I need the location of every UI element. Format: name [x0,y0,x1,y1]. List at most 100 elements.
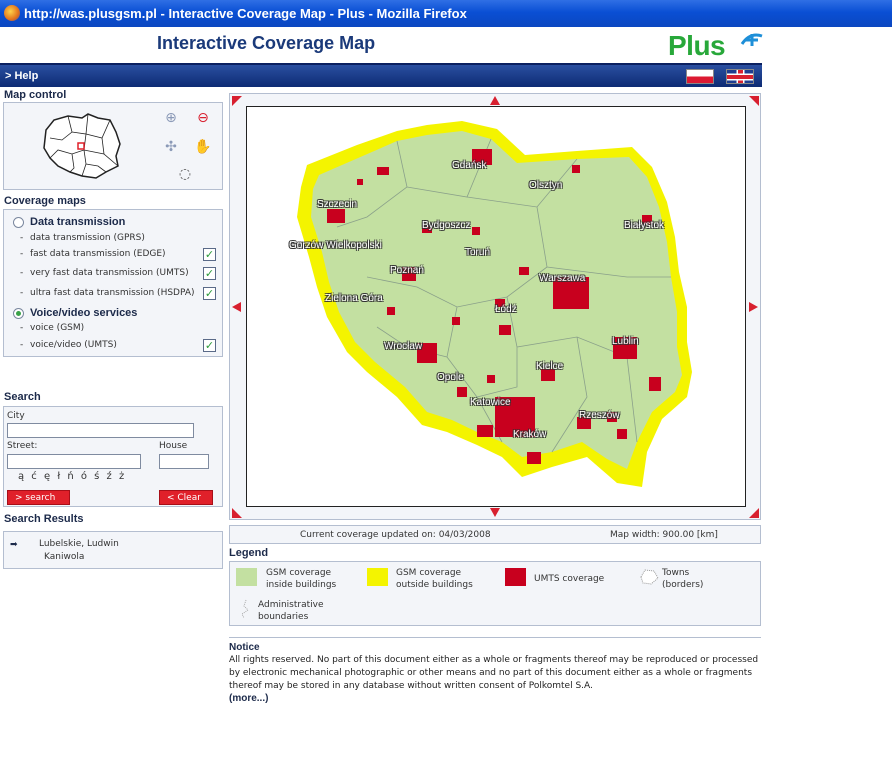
legend-gsm-outside: GSM coverage outside buildings [396,568,473,590]
logo-text: Plus [668,30,726,61]
layer-umts-label: very fast data transmission (UMTS) [30,268,189,278]
firefox-icon [4,5,20,21]
browser-titlebar: http://was.plusgsm.pl - Interactive Cove… [0,0,892,27]
result-arrow-icon: ➡ [10,540,18,550]
notice-more-link[interactable]: (more...) [229,693,761,704]
layer-edge-checkbox[interactable]: ✓ [203,248,216,261]
coverage-map[interactable]: Gdańsk Olsztyn Szczecin Bydgoszcz Białys… [246,106,746,507]
zoom-in-icon[interactable]: ⊕ [162,109,180,127]
legend-gsm-inside: GSM coverage inside buildings [266,568,337,590]
voice-video-label: Voice/video services [30,307,138,319]
legend-title: Legend [229,547,269,559]
layer-voice-umts[interactable]: - voice/video (UMTS) ✓ [4,337,222,355]
help-link[interactable]: > Help [5,70,38,82]
city-label-poznan: Poznań [390,265,424,276]
pan-west-arrow-icon[interactable] [232,302,241,312]
plus-logo-swoosh-icon [740,33,763,46]
pan-icon[interactable]: ✣ [162,138,180,156]
uk-flag-icon[interactable] [726,69,754,84]
lasso-icon[interactable]: ◌ [176,165,194,183]
map-width-text: Map width: 900.00 [km] [610,530,718,540]
overview-map[interactable] [36,110,126,182]
page-title: Interactive Coverage Map [157,33,376,53]
data-transmission-radio[interactable] [13,217,24,228]
layer-edge-label: fast data transmission (EDGE) [30,249,166,259]
notice-section: Notice All rights reserved. No part of t… [229,637,761,704]
legend-panel: GSM coverage inside buildings GSM coverag… [229,561,761,626]
search-button[interactable]: > search [7,490,70,505]
city-label-gorzow: Gorzów Wielkopolski [289,240,382,251]
pan-east-arrow-icon[interactable] [749,302,758,312]
legend-swatch-umts [505,568,526,586]
browser-title: http://was.plusgsm.pl - Interactive Cove… [24,6,467,21]
layer-hsdpa-label: ultra fast data transmission (HSDPA) [30,288,195,298]
city-label-warszawa: Warszawa [539,273,586,284]
city-label-szczecin: Szczecin [317,199,358,210]
plus-logo[interactable]: Plus [668,30,768,61]
layer-hsdpa-checkbox[interactable]: ✓ [203,287,216,300]
city-label-wroclaw: Wrocław [384,341,423,352]
city-label-rzeszow: Rzeszów [579,410,620,421]
pan-northwest-arrow-icon[interactable] [232,96,242,106]
nav-bar: > Help [0,63,762,87]
layer-edge[interactable]: - fast data transmission (EDGE) ✓ [4,246,222,264]
pan-north-arrow-icon[interactable] [490,96,500,105]
clear-button[interactable]: < Clear [159,490,213,505]
city-label-katowice: Katowice [470,397,511,408]
city-label-opole: Opole [437,372,464,383]
layer-voice-gsm[interactable]: - voice (GSM) [4,320,222,338]
polish-flag-icon[interactable] [686,69,714,84]
legend-swatch-gsm-outside [367,568,388,586]
house-label: House [159,441,188,451]
coverage-maps-title: Coverage maps [4,195,86,207]
search-results-title: Search Results [4,513,84,525]
search-title: Search [4,391,41,403]
search-results-panel: ➡ Lubelskie, Ludwin Kaniwola [3,531,223,569]
data-transmission-label: Data transmission [30,216,126,228]
towns-borders-icon [640,569,659,585]
city-label-zielona-gora: Zielona Góra [325,293,383,304]
legend-towns: Towns (borders) [662,568,704,590]
city-label-olsztyn: Olsztyn [529,180,563,191]
street-input[interactable] [7,454,141,469]
street-label: Street: [7,441,38,451]
city-label-gdansk: Gdańsk [452,160,487,171]
city-input[interactable] [7,423,194,438]
coverage-updated-text: Current coverage updated on: 04/03/2008 [300,530,491,540]
city-label-bydgoszcz: Bydgoszcz [422,220,471,231]
coverage-map-frame: Gdańsk Olsztyn Szczecin Bydgoszcz Białys… [229,93,761,520]
layer-gprs-label: data transmission (GPRS) [30,233,145,243]
map-info-bar: Current coverage updated on: 04/03/2008 … [229,525,761,544]
map-control-title: Map control [4,89,67,101]
result-line-2[interactable]: Kaniwola [44,552,84,562]
legend-swatch-gsm-inside [236,568,257,586]
pan-south-arrow-icon[interactable] [490,508,500,517]
notice-text: All rights reserved. No part of this doc… [229,655,759,691]
city-label: City [7,411,25,421]
layer-voice-umts-checkbox[interactable]: ✓ [203,339,216,352]
hand-icon[interactable]: ✋ [194,138,212,156]
zoom-out-icon[interactable]: ⊖ [194,109,212,127]
layer-umts[interactable]: - very fast data transmission (UMTS) ✓ [4,265,222,283]
city-label-lublin: Lublin [612,336,639,347]
city-label-torun: Toruń [465,247,491,258]
layer-voice-gsm-label: voice (GSM) [30,323,85,333]
layer-hsdpa[interactable]: - ultra fast data transmission (HSDPA) ✓ [4,285,222,303]
admin-boundaries-icon [241,599,249,619]
city-label-bialystok: Białystok [624,220,665,231]
house-input[interactable] [159,454,209,469]
special-characters[interactable]: ą ć ę ł ń ó ś ź ż [18,471,126,482]
pan-southwest-arrow-icon[interactable] [232,508,242,518]
result-line-1[interactable]: Lubelskie, Ludwin [39,539,119,549]
search-panel: City Street: House ą ć ę ł ń ó ś ź ż > s… [3,406,223,507]
map-control-panel: ⊕ ⊖ ✣ ✋ ◌ [3,102,223,190]
legend-admin-boundaries: Administrative boundaries [258,600,324,622]
legend-umts: UMTS coverage [534,574,605,584]
layer-umts-checkbox[interactable]: ✓ [203,267,216,280]
pan-northeast-arrow-icon[interactable] [749,96,759,106]
pan-southeast-arrow-icon[interactable] [749,508,759,518]
city-label-krakow: Kraków [513,429,547,440]
voice-video-radio[interactable] [13,308,24,319]
layer-voice-umts-label: voice/video (UMTS) [30,340,117,350]
coverage-maps-panel: Data transmission - data transmission (G… [3,209,223,357]
